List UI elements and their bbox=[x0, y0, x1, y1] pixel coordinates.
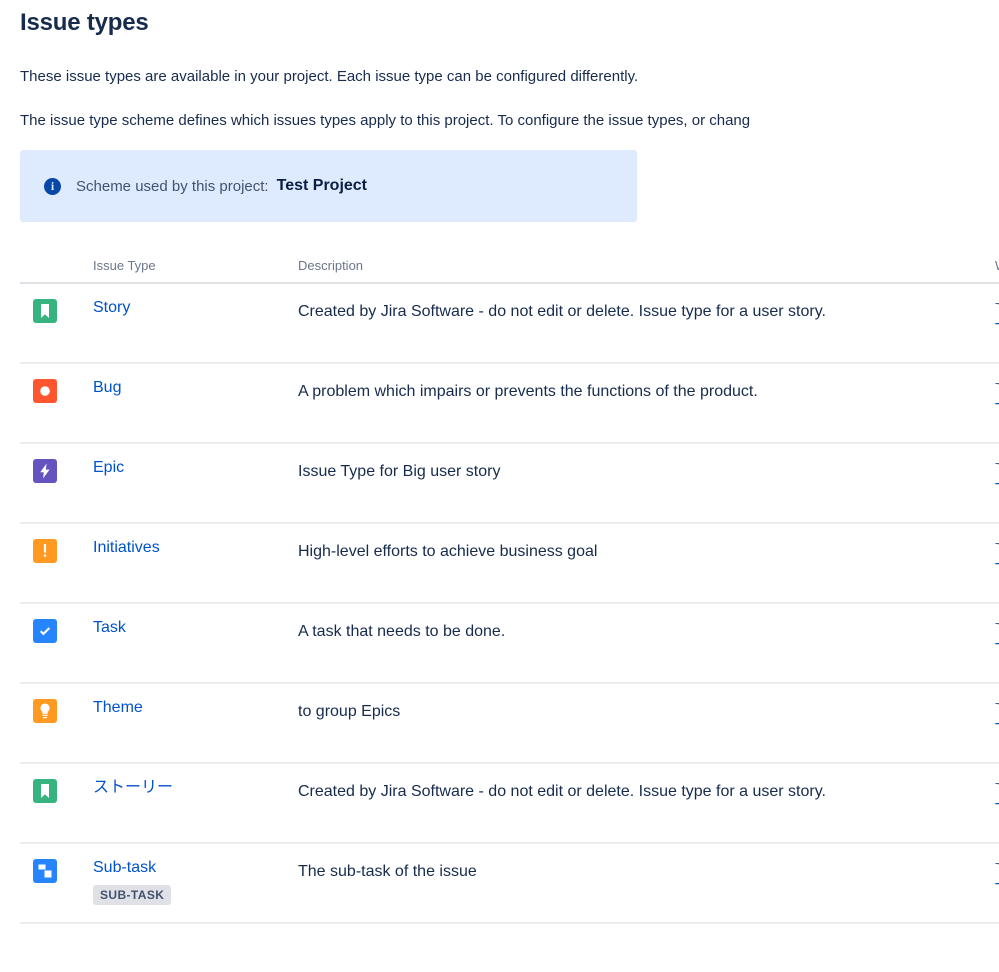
story-icon bbox=[33, 779, 57, 803]
issue-type-description: A task that needs to be done. bbox=[298, 623, 506, 640]
issue-types-table: Issue Type Description W Story Created by… bbox=[20, 258, 999, 924]
issue-type-description: Created by Jira Software - do not edit o… bbox=[298, 303, 826, 320]
issue-type-icon-cell bbox=[20, 617, 93, 646]
issue-type-name-cell: Story bbox=[93, 297, 298, 319]
workflow-cell: ⤵T bbox=[995, 297, 999, 341]
intro-paragraph-1: These issue types are available in your … bbox=[20, 68, 639, 85]
scheme-label: Scheme used by this project: bbox=[76, 177, 269, 195]
issue-type-name-cell: Epic bbox=[93, 457, 298, 479]
workflow-link[interactable]: T bbox=[995, 559, 999, 581]
epic-icon bbox=[33, 459, 57, 483]
issue-type-icon-cell bbox=[20, 457, 93, 486]
column-header-workflow[interactable]: W bbox=[995, 258, 999, 273]
issue-type-name-cell: Theme bbox=[93, 697, 298, 719]
issue-type-icon-cell bbox=[20, 777, 93, 806]
page-title: Issue types bbox=[20, 9, 149, 36]
workflow-arrow-icon: ⤵ bbox=[995, 859, 999, 877]
workflow-cell: ⤵T bbox=[995, 377, 999, 421]
issue-type-link[interactable]: Initiatives bbox=[93, 537, 160, 559]
workflow-link[interactable]: T bbox=[995, 639, 999, 661]
workflow-arrow-icon: ⤵ bbox=[995, 779, 999, 797]
workflow-arrow-icon: ⤵ bbox=[995, 539, 999, 557]
scheme-info-banner: i Scheme used by this project: Test Proj… bbox=[20, 150, 637, 222]
issue-type-icon-cell bbox=[20, 537, 93, 566]
workflow-cell: ⤵T bbox=[995, 617, 999, 661]
theme-icon bbox=[33, 699, 57, 723]
table-row: Bug A problem which impairs or prevents t… bbox=[20, 364, 999, 444]
workflow-arrow-icon: ⤵ bbox=[995, 459, 999, 477]
story-icon bbox=[33, 299, 57, 323]
task-icon bbox=[33, 619, 57, 643]
table-row: Sub-task SUB-TASK The sub-task of the issu… bbox=[20, 844, 999, 924]
issue-type-description: to group Epics bbox=[298, 703, 401, 720]
issue-type-link[interactable]: Story bbox=[93, 297, 130, 319]
bug-icon bbox=[33, 379, 57, 403]
issue-type-icon-cell bbox=[20, 697, 93, 726]
info-icon: i bbox=[44, 177, 61, 195]
issue-type-link[interactable]: Epic bbox=[93, 457, 124, 479]
intro-paragraph-2: The issue type scheme defines which issu… bbox=[20, 112, 751, 129]
table-row: TaskA task that needs to be done.⤵T bbox=[20, 604, 999, 684]
issue-type-link[interactable]: Bug bbox=[93, 377, 121, 399]
issue-type-description: A problem which impairs or prevents the … bbox=[298, 383, 758, 400]
issue-type-description: Created by Jira Software - do not edit o… bbox=[298, 783, 826, 800]
issue-type-description: High-level efforts to achieve business g… bbox=[298, 543, 598, 560]
issue-type-icon-cell bbox=[20, 297, 93, 326]
table-row: Themeto group Epics⤵T bbox=[20, 684, 999, 764]
table-header-row: Issue Type Description W bbox=[20, 258, 999, 284]
workflow-link[interactable]: T bbox=[995, 879, 999, 901]
issue-type-link[interactable]: Theme bbox=[93, 697, 143, 719]
workflow-arrow-icon: ⤵ bbox=[995, 299, 999, 317]
scheme-name: Test Project bbox=[276, 177, 368, 194]
workflow-cell: ⤵T bbox=[995, 537, 999, 581]
table-row: ストーリー Created by Jira Software - do not e… bbox=[20, 764, 999, 844]
initiative-icon bbox=[33, 539, 57, 563]
issue-type-link[interactable]: Sub-task bbox=[93, 857, 156, 879]
workflow-link[interactable]: T bbox=[995, 479, 999, 501]
workflow-arrow-icon: ⤵ bbox=[995, 619, 999, 637]
workflow-link[interactable]: T bbox=[995, 799, 999, 821]
column-header-description[interactable]: Description bbox=[298, 258, 995, 273]
issue-type-name-cell: ストーリー bbox=[93, 777, 298, 799]
issue-type-name-cell: Initiatives bbox=[93, 537, 298, 559]
issue-type-description: The sub-task of the issue bbox=[298, 863, 477, 880]
issue-type-icon-cell bbox=[20, 377, 93, 406]
issue-type-name-cell: Sub-task SUB-TASK bbox=[93, 857, 298, 905]
issue-type-name-cell: Task bbox=[93, 617, 298, 639]
workflow-arrow-icon: ⤵ bbox=[995, 379, 999, 397]
issue-types-page: Issue types These issue types are availa… bbox=[0, 0, 999, 972]
table-row: Story Created by Jira Software - do not e… bbox=[20, 284, 999, 364]
issue-type-link[interactable]: Task bbox=[93, 617, 126, 639]
subtask-icon bbox=[33, 859, 57, 883]
workflow-cell: ⤵T bbox=[995, 457, 999, 501]
workflow-link[interactable]: T bbox=[995, 399, 999, 421]
issue-type-name-cell: Bug bbox=[93, 377, 298, 399]
table-row: Initiatives High-level efforts to achieve… bbox=[20, 524, 999, 604]
status-badge: SUB-TASK bbox=[93, 885, 172, 905]
table-body: Story Created by Jira Software - do not e… bbox=[20, 284, 999, 924]
workflow-arrow-icon: ⤵ bbox=[995, 699, 999, 717]
issue-type-description: Issue Type for Big user story bbox=[298, 463, 501, 480]
issue-type-icon-cell bbox=[20, 857, 93, 886]
column-header-issue-type[interactable]: Issue Type bbox=[93, 258, 298, 273]
workflow-link[interactable]: T bbox=[995, 319, 999, 341]
table-row: EpicIssue Type for Big user story⤵T bbox=[20, 444, 999, 524]
workflow-cell: ⤵T bbox=[995, 697, 999, 741]
issue-type-link[interactable]: ストーリー bbox=[93, 777, 173, 799]
workflow-cell: ⤵T bbox=[995, 857, 999, 901]
workflow-link[interactable]: T bbox=[995, 719, 999, 741]
workflow-cell: ⤵T bbox=[995, 777, 999, 821]
